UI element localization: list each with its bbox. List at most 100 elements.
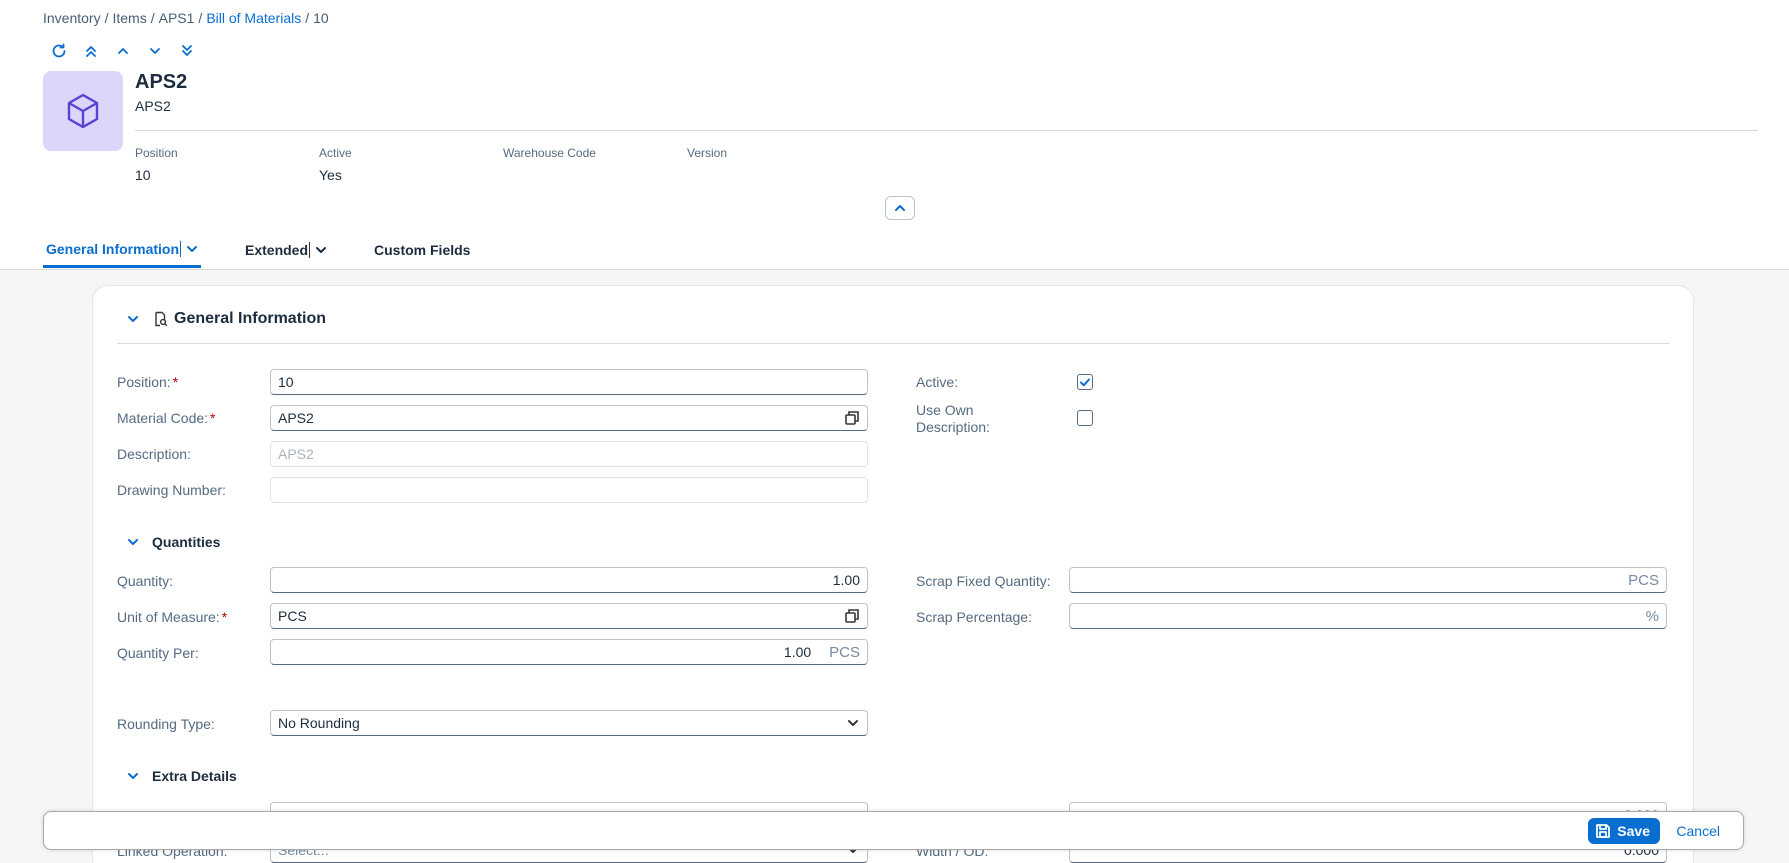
required-marker: * — [172, 374, 179, 390]
active-label: Active: — [916, 374, 959, 390]
next-item-button[interactable] — [146, 42, 164, 60]
chevron-down-icon[interactable] — [126, 769, 140, 783]
material-code-value: APS2 — [278, 410, 314, 426]
breadcrumb-current: 10 — [313, 10, 329, 26]
rounding-type-label: Rounding Type: — [117, 716, 215, 732]
rounding-type-select[interactable]: No Rounding — [270, 710, 868, 736]
cancel-button[interactable]: Cancel — [1676, 823, 1720, 839]
tab-custom-fields[interactable]: Custom Fields — [374, 232, 470, 268]
breadcrumb-separator: / — [150, 10, 155, 26]
chevron-down-icon[interactable] — [315, 244, 327, 256]
breadcrumb-aps1: APS1 — [158, 10, 195, 26]
breadcrumb-inventory: Inventory — [43, 10, 101, 26]
first-item-button[interactable] — [82, 42, 100, 60]
attribute-label: Warehouse Code — [503, 146, 596, 160]
last-item-button[interactable] — [178, 42, 196, 60]
chevron-up-icon — [118, 48, 128, 54]
double-chevron-up-icon — [86, 46, 96, 57]
save-icon — [1596, 824, 1611, 838]
section-header-general-information[interactable]: General Information — [126, 310, 326, 328]
material-code-label: Material Code: * — [117, 410, 216, 427]
attribute-label: Version — [687, 146, 728, 160]
refresh-button[interactable] — [50, 42, 68, 60]
breadcrumb-bill-of-materials[interactable]: Bill of Materials — [206, 10, 301, 26]
breadcrumb: Inventory / Items / APS1/Bill of Materials/1… — [43, 10, 329, 26]
quantity-input[interactable]: 1.00 — [270, 567, 868, 593]
section-title: General Information — [174, 310, 327, 327]
quantity-per-unit: PCS — [829, 643, 860, 661]
attribute-position: Position 10 — [135, 146, 178, 183]
use-own-description-checkbox[interactable] — [1077, 410, 1093, 426]
chevron-up-icon — [895, 205, 905, 211]
attribute-label: Position — [135, 146, 178, 160]
section-title: Extra Details — [152, 768, 237, 784]
chevron-down-icon[interactable] — [126, 312, 140, 326]
scrap-percentage-input[interactable]: % — [1069, 603, 1667, 629]
required-marker: * — [221, 609, 228, 625]
footer-toolbar: Save Cancel — [43, 811, 1744, 850]
quantity-per-input[interactable]: 1.00 PCS — [270, 639, 868, 665]
description-label: Description: — [117, 446, 191, 462]
attribute-value: 10 — [135, 167, 151, 183]
chevron-down-icon[interactable] — [126, 535, 140, 549]
cube-icon — [67, 93, 99, 129]
position-input[interactable]: 10 — [270, 369, 868, 395]
scrap-percentage-unit: % — [1645, 607, 1659, 625]
quantity-per-value: 1.00 — [783, 644, 812, 660]
save-button[interactable]: Save — [1588, 818, 1660, 844]
collapse-header-button[interactable] — [885, 196, 915, 220]
header-divider — [135, 130, 1758, 131]
section-header-quantities[interactable]: Quantities — [126, 534, 220, 550]
use-own-description-label: Use Own Description: — [916, 402, 990, 435]
refresh-icon — [52, 43, 66, 58]
unit-of-measure-input[interactable]: PCS — [270, 603, 868, 629]
breadcrumb-separator: / — [104, 10, 109, 26]
breadcrumb-separator: / — [305, 10, 310, 26]
attribute-label: Active — [319, 146, 352, 160]
attribute-warehouse-code: Warehouse Code — [503, 146, 596, 183]
object-page-header: Inventory / Items / APS1/Bill of Materials/1… — [0, 0, 1789, 270]
scrap-fixed-quantity-unit: PCS — [1628, 571, 1659, 589]
section-title: Quantities — [152, 534, 221, 550]
previous-item-button[interactable] — [114, 42, 132, 60]
chevron-down-icon[interactable] — [186, 243, 198, 255]
attribute-value — [687, 167, 727, 183]
breadcrumb-separator: / — [198, 10, 203, 26]
description-input[interactable]: APS2 — [270, 441, 868, 467]
attribute-value: Yes — [319, 167, 342, 183]
chevron-down-icon — [150, 48, 160, 54]
chevron-down-icon[interactable] — [846, 716, 860, 730]
quantity-per-label: Quantity Per: — [117, 645, 199, 661]
save-label: Save — [1617, 823, 1650, 839]
double-chevron-down-icon — [182, 45, 192, 56]
active-checkbox[interactable] — [1077, 374, 1093, 390]
rounding-type-value: No Rounding — [278, 715, 360, 731]
required-marker: * — [210, 410, 216, 426]
position-label: Position: * — [117, 374, 178, 391]
position-label-text: Position: — [117, 374, 171, 390]
unit-of-measure-label-text: Unit of Measure: — [117, 609, 220, 625]
avatar — [43, 71, 123, 151]
scrap-fixed-quantity-input[interactable]: PCS — [1069, 567, 1667, 593]
attribute-active: Active Yes — [319, 146, 352, 183]
tab-label: Extended — [245, 242, 309, 258]
material-code-label-text: Material Code: — [117, 410, 209, 426]
material-code-input[interactable]: APS2 — [270, 405, 868, 431]
attribute-value — [503, 167, 596, 183]
tab-separator — [309, 242, 311, 258]
description-value: APS2 — [278, 446, 314, 462]
quantity-value: 1.00 — [832, 572, 860, 588]
value-help-icon[interactable] — [844, 410, 860, 426]
drawing-number-input[interactable] — [270, 477, 868, 503]
value-help-icon[interactable] — [844, 608, 860, 624]
checkmark-icon — [1080, 378, 1090, 387]
attribute-version: Version — [687, 146, 727, 183]
scrap-percentage-label: Scrap Percentage: — [916, 609, 1032, 625]
unit-of-measure-label: Unit of Measure: * — [117, 609, 227, 626]
tab-separator — [180, 240, 182, 257]
tab-label: General Information — [46, 240, 180, 257]
tab-label: Custom Fields — [374, 242, 471, 258]
section-header-extra-details[interactable]: Extra Details — [126, 768, 237, 784]
tab-general-information[interactable]: General Information — [43, 232, 202, 268]
tab-extended[interactable]: Extended — [245, 232, 327, 268]
